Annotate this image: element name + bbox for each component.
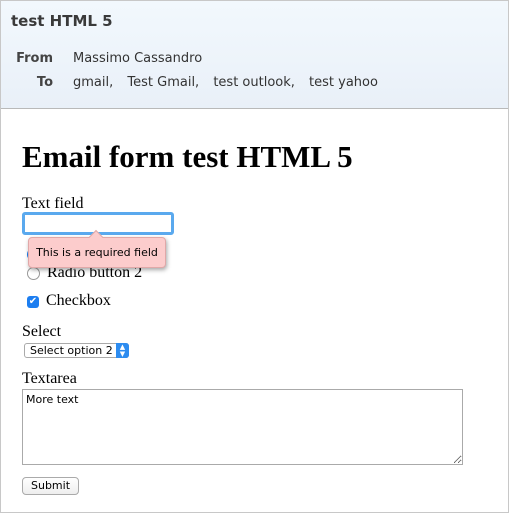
radio-button-2[interactable]: [27, 267, 40, 280]
recipients: gmail, Test Gmail, test outlook, test ya…: [73, 75, 388, 90]
recipient[interactable]: test outlook,: [213, 75, 295, 90]
select-label: Select: [22, 323, 62, 340]
submit-button[interactable]: Submit: [22, 477, 79, 495]
select-dropdown[interactable]: Select option 2 ▲ ▼: [24, 343, 129, 358]
page-title: Email form test HTML 5: [22, 139, 353, 174]
validation-tooltip: This is a required field: [28, 237, 166, 268]
to-label: To: [36, 75, 53, 90]
recipient[interactable]: test yahoo: [309, 75, 378, 90]
email-subject: test HTML 5: [11, 12, 113, 30]
from-value[interactable]: Massimo Cassandro: [73, 51, 202, 66]
from-label: From: [16, 51, 53, 66]
text-field-label: Text field: [22, 195, 84, 212]
checkmark-icon: ✔: [28, 296, 38, 307]
recipient[interactable]: gmail,: [73, 75, 113, 90]
chevron-updown-icon: ▲ ▼: [116, 343, 129, 358]
email-window: test HTML 5 From Massimo Cassandro To gm…: [0, 0, 509, 513]
checkbox[interactable]: ✔: [27, 296, 39, 308]
textarea-label: Textarea: [22, 370, 77, 387]
select-value: Select option 2: [30, 344, 113, 357]
checkbox-label: Checkbox: [46, 292, 111, 309]
email-header: test HTML 5 From Massimo Cassandro To gm…: [1, 1, 508, 109]
recipient[interactable]: Test Gmail,: [127, 75, 199, 90]
textarea[interactable]: More text: [22, 389, 463, 465]
